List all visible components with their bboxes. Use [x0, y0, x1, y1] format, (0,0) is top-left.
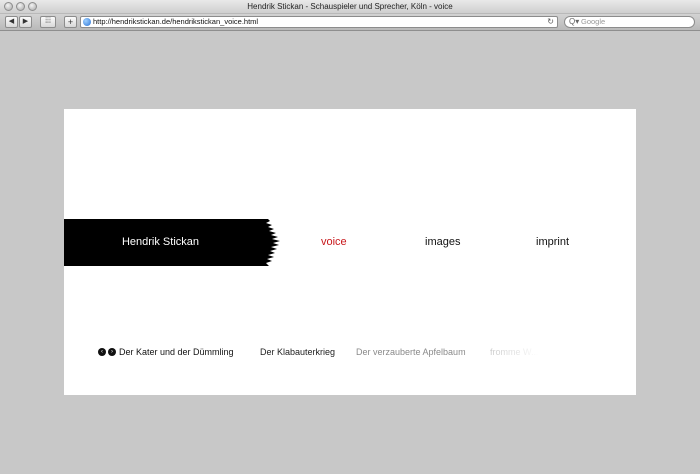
nav-link-images[interactable]: images — [425, 219, 460, 266]
scroll-arrows: ‹ › — [98, 348, 116, 356]
title-link-kater-duemmling[interactable]: Der Kater und der Dümmling — [119, 346, 234, 358]
back-arrow-icon: ◀ — [8, 18, 15, 25]
window-controls — [4, 2, 37, 11]
zoom-window-button[interactable] — [28, 2, 37, 11]
title-link-klabauterkrieg[interactable]: Der Klabauterkrieg — [260, 346, 335, 358]
window-title: Hendrik Stickan - Schauspieler und Sprec… — [247, 2, 453, 11]
forward-arrow-icon: ▶ — [22, 18, 29, 25]
search-placeholder: Google — [581, 17, 606, 26]
address-bar[interactable]: http://hendrikstickan.de/hendrikstickan_… — [80, 16, 558, 28]
minimize-window-button[interactable] — [16, 2, 25, 11]
bookmarks-grid-button[interactable]: ⁞⁞⁞ — [40, 16, 56, 28]
search-input[interactable]: Q▾ Google — [564, 16, 695, 28]
main-navigation: Hendrik Stickan voice images imprint — [64, 219, 636, 266]
back-button[interactable]: ◀ — [5, 16, 18, 28]
nav-link-imprint[interactable]: imprint — [536, 219, 569, 266]
add-bookmark-button[interactable]: + — [64, 16, 77, 28]
site-name[interactable]: Hendrik Stickan — [64, 219, 257, 266]
forward-button[interactable]: ▶ — [19, 16, 32, 28]
scroll-right-icon[interactable]: › — [108, 348, 116, 356]
globe-icon — [83, 18, 91, 26]
title-link-verzauberte-apfelbaum[interactable]: Der verzauberte Apfelbaum — [356, 346, 466, 358]
audio-title-list: ‹ › Der Kater und der Dümmling Der Klaba… — [98, 346, 618, 360]
nav-link-voice[interactable]: voice — [321, 219, 347, 266]
close-window-button[interactable] — [4, 2, 13, 11]
plus-icon: + — [67, 17, 74, 27]
address-url: http://hendrikstickan.de/hendrikstickan_… — [93, 17, 259, 26]
window-titlebar: Hendrik Stickan - Schauspieler und Sprec… — [0, 0, 700, 14]
page-content: Hendrik Stickan voice images imprint ‹ ›… — [64, 109, 636, 395]
grid-icon: ⁞⁞⁞ — [45, 18, 51, 25]
scroll-left-icon[interactable]: ‹ — [98, 348, 106, 356]
browser-toolbar: ◀ ▶ ⁞⁞⁞ + http://hendrikstickan.de/hendr… — [0, 14, 700, 31]
reload-icon[interactable]: ↻ — [547, 17, 554, 27]
search-icon: Q▾ — [569, 17, 580, 26]
title-link-fromme-w[interactable]: fromme W... — [490, 346, 539, 358]
